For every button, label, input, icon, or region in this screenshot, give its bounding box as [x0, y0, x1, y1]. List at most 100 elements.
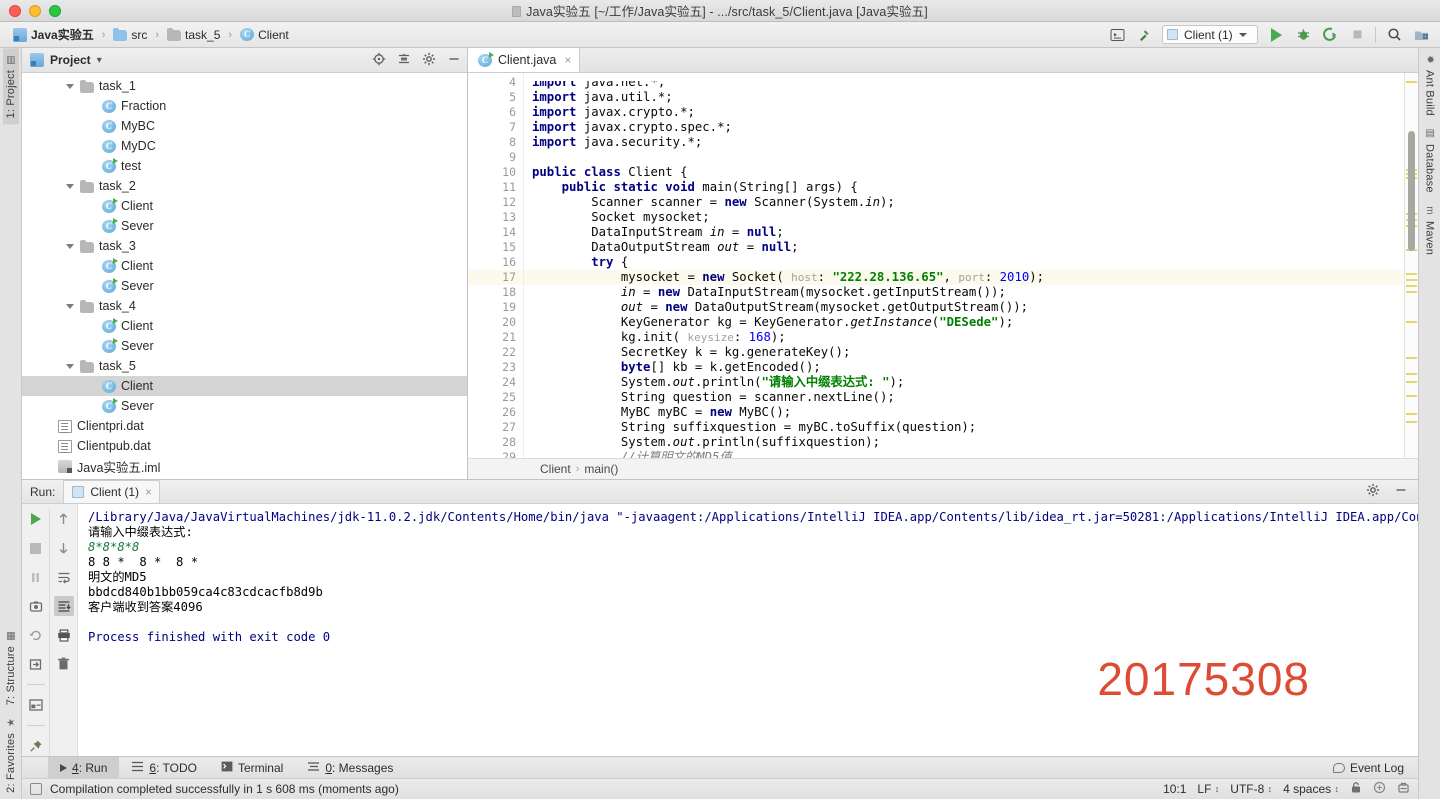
gutter-line-number[interactable]: 29	[468, 450, 523, 458]
gutter-line-number[interactable]: 16	[468, 255, 523, 270]
export-icon[interactable]	[26, 654, 46, 674]
code-line[interactable]: //计算明文的MD5值	[524, 450, 1404, 458]
gutter-line-number[interactable]: 28	[468, 435, 523, 450]
code-line[interactable]: DataInputStream in = null;	[524, 225, 1404, 240]
gutter-line-number[interactable]: 15	[468, 240, 523, 255]
code-line[interactable]: import java.security.*;	[524, 135, 1404, 150]
code-line[interactable]: out = new DataOutputStream(mysocket.getO…	[524, 300, 1404, 315]
editor-tab-client-java[interactable]: C Client.java ×	[468, 48, 581, 72]
scrollbar-thumb[interactable]	[1408, 131, 1415, 251]
error-stripe-mark[interactable]	[1406, 291, 1417, 293]
tree-node[interactable]: C Sever	[22, 216, 467, 236]
code-line[interactable]: System.out.println("请输入中缀表达式: ");	[524, 375, 1404, 390]
sidebar-item-ant-build[interactable]: ✹ Ant Build	[1422, 48, 1438, 122]
hide-panel-icon[interactable]	[1394, 483, 1408, 500]
code-content[interactable]: import java.net.*; import java.util.*; imp…	[524, 73, 1404, 458]
chevron-down-icon[interactable]: ▾	[97, 55, 102, 66]
tab-todo[interactable]: 6: TODO	[119, 757, 209, 778]
code-line[interactable]: public class Client {	[524, 165, 1404, 180]
expander-open-icon[interactable]	[66, 82, 75, 91]
tree-node[interactable]: C Sever	[22, 396, 467, 416]
code-line[interactable]: Scanner scanner = new Scanner(System.in)…	[524, 195, 1404, 210]
error-stripe-mark[interactable]	[1406, 381, 1417, 383]
select-in-project-icon[interactable]	[1108, 26, 1126, 44]
ide-heartbeat-icon[interactable]	[1397, 781, 1410, 797]
expander-open-icon[interactable]	[66, 302, 75, 311]
tree-node[interactable]: task_4	[22, 296, 467, 316]
code-line[interactable]: import javax.crypto.spec.*;	[524, 120, 1404, 135]
gutter-line-number[interactable]: 19	[468, 300, 523, 315]
gutter-line-number[interactable]: 12	[468, 195, 523, 210]
soft-wrap-icon[interactable]	[54, 567, 74, 587]
down-arrow-icon[interactable]	[54, 538, 74, 558]
run-tab-client[interactable]: Client (1) ×	[63, 480, 161, 503]
build-hammer-icon[interactable]	[1135, 26, 1153, 44]
run-with-coverage-button[interactable]	[1321, 26, 1339, 44]
gutter-line-number[interactable]: 4	[468, 75, 523, 90]
locate-icon[interactable]	[372, 52, 386, 69]
tree-node[interactable]: C Client	[22, 256, 467, 276]
gutter-line-number[interactable]: 7	[468, 120, 523, 135]
code-line[interactable]: MyBC myBC = new MyBC();	[524, 405, 1404, 420]
gutter-line-number[interactable]: 6	[468, 105, 523, 120]
code-line[interactable]: String suffixquestion = myBC.toSuffix(qu…	[524, 420, 1404, 435]
error-stripe-mark[interactable]	[1406, 395, 1417, 397]
tree-node[interactable]: Clientpri.dat	[22, 416, 467, 436]
hide-panel-icon[interactable]	[447, 52, 461, 69]
debug-button[interactable]	[1294, 26, 1312, 44]
code-line[interactable]	[524, 150, 1404, 165]
settings-gear-icon[interactable]	[1366, 483, 1380, 500]
breadcrumb-item-client[interactable]: C Client	[235, 27, 294, 43]
error-stripe-mark[interactable]	[1406, 273, 1417, 275]
project-structure-icon[interactable]	[1412, 26, 1430, 44]
gutter-line-number[interactable]: 21	[468, 330, 523, 345]
error-stripe-mark[interactable]	[1406, 285, 1417, 287]
editor-gutter[interactable]: 4 5 6 7 8 9 10 11 12 13 14 15 16 17 18 19 20 21 22 23 24 25 26…	[468, 73, 542, 458]
expander-open-icon[interactable]	[66, 242, 75, 251]
run-button[interactable]	[1267, 26, 1285, 44]
tree-node[interactable]: task_2	[22, 176, 467, 196]
sidebar-item-maven[interactable]: m Maven	[1422, 199, 1438, 261]
gutter-line-number[interactable]: 14	[468, 225, 523, 240]
sidebar-item-favorites[interactable]: 2: Favorites ★	[3, 711, 19, 799]
tree-node[interactable]: task_5	[22, 356, 467, 376]
gutter-line-number[interactable]: 5	[468, 90, 523, 105]
tree-node[interactable]: C Client	[22, 196, 467, 216]
code-line[interactable]: DataOutputStream out = null;	[524, 240, 1404, 255]
search-everywhere-icon[interactable]	[1385, 26, 1403, 44]
trash-icon[interactable]	[54, 654, 74, 674]
error-stripe-mark[interactable]	[1406, 373, 1417, 375]
print-icon[interactable]	[54, 625, 74, 645]
gutter-line-number[interactable]: 27	[468, 420, 523, 435]
gutter-line-number[interactable]: 9	[468, 150, 523, 165]
expander-open-icon[interactable]	[66, 182, 75, 191]
code-line[interactable]: kg.init( keysize: 168);	[524, 330, 1404, 345]
code-line[interactable]: Socket mysocket;	[524, 210, 1404, 225]
breadcrumb-item-src[interactable]: src	[108, 27, 152, 43]
code-line[interactable]: in = new DataInputStream(mysocket.getInp…	[524, 285, 1404, 300]
stop-button[interactable]	[1348, 26, 1366, 44]
expander-open-icon[interactable]	[66, 362, 75, 371]
line-separator-widget[interactable]: LF ↕	[1197, 782, 1219, 796]
code-line[interactable]: SecretKey k = kg.generateKey();	[524, 345, 1404, 360]
tree-node[interactable]: C Sever	[22, 276, 467, 296]
gutter-line-number[interactable]: 10	[468, 165, 542, 180]
tree-node[interactable]: C MyBC	[22, 116, 467, 136]
tree-node[interactable]: task_1	[22, 76, 467, 96]
breadcrumb-item-project[interactable]: Java实验五	[8, 25, 99, 44]
error-stripe-mark[interactable]	[1406, 413, 1417, 415]
tree-node[interactable]: C Fraction	[22, 96, 467, 116]
code-line[interactable]: public static void main(String[] args) {	[524, 180, 1404, 195]
indent-widget[interactable]: 4 spaces ↕	[1283, 782, 1339, 796]
gutter-line-number[interactable]: 25	[468, 390, 523, 405]
background-tasks-icon[interactable]	[30, 783, 42, 795]
settings-gear-icon[interactable]	[422, 52, 436, 69]
sidebar-item-structure[interactable]: 7: Structure ▦	[3, 624, 19, 711]
tree-node[interactable]: C Client	[22, 316, 467, 336]
gutter-line-number[interactable]: 11	[468, 180, 542, 195]
scroll-to-end-icon[interactable]	[53, 596, 74, 616]
encoding-widget[interactable]: UTF-8 ↕	[1230, 782, 1272, 796]
sidebar-item-project[interactable]: 1: Project ▤	[2, 48, 19, 125]
inspections-icon[interactable]	[1373, 781, 1386, 797]
error-stripe-mark[interactable]	[1406, 421, 1417, 423]
